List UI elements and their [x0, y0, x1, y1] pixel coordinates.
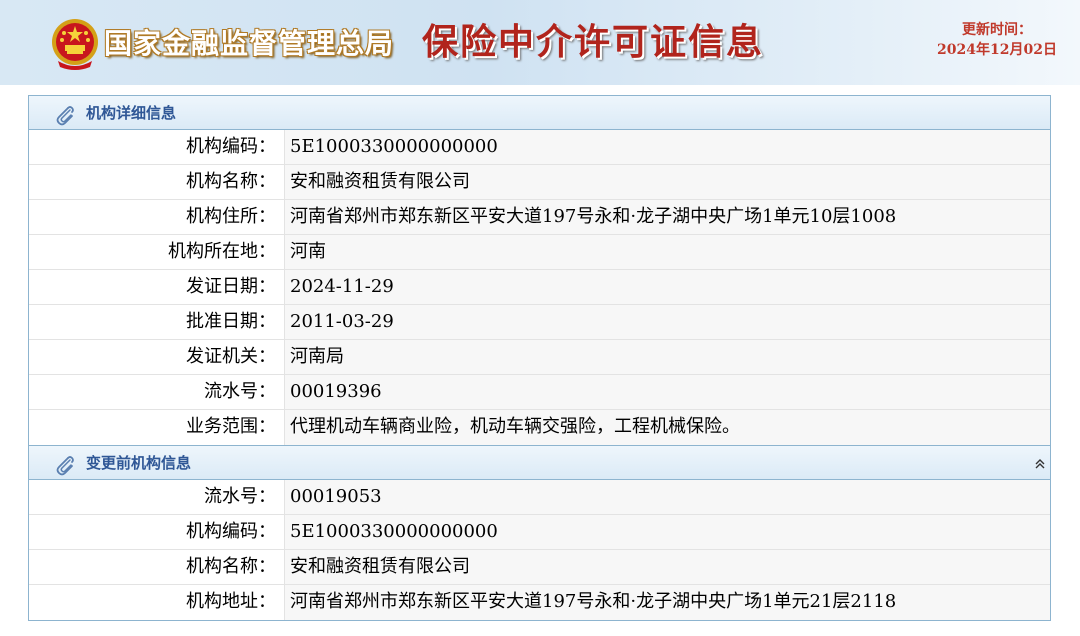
- section-previous-institution: 变更前机构信息 流水号： 00019053 机构编码： 5E100033000000…: [28, 445, 1051, 621]
- info-row: 机构名称： 安和融资租赁有限公司: [29, 550, 1050, 585]
- page-header: 国家金融监督管理总局 保险中介许可证信息 更新时间： 2024年12月02日: [0, 0, 1080, 85]
- field-label: 发证日期：: [29, 270, 285, 304]
- field-value: 5E1000330000000000: [285, 515, 1050, 549]
- section-title: 机构详细信息: [86, 104, 177, 122]
- field-value: 河南省郑州市郑东新区平安大道197号永和·龙子湖中央广场1单元21层2118: [285, 585, 1050, 620]
- field-value: 安和融资租赁有限公司: [285, 165, 1050, 199]
- info-row: 发证机关： 河南局: [29, 340, 1050, 375]
- info-row: 业务范围： 代理机动车辆商业险，机动车辆交强险，工程机械保险。: [29, 410, 1050, 445]
- field-label: 流水号：: [29, 480, 285, 514]
- field-value: 安和融资租赁有限公司: [285, 550, 1050, 584]
- field-label: 发证机关：: [29, 340, 285, 374]
- info-row: 流水号： 00019396: [29, 375, 1050, 410]
- info-row: 机构所在地： 河南: [29, 235, 1050, 270]
- section-header: 变更前机构信息: [29, 445, 1050, 480]
- field-label: 机构住所：: [29, 200, 285, 234]
- field-label: 机构名称：: [29, 165, 285, 199]
- paperclip-icon: [56, 456, 74, 476]
- update-label: 更新时间：: [962, 22, 1032, 38]
- info-row: 批准日期： 2011-03-29: [29, 305, 1050, 340]
- field-value: 5E1000330000000000: [285, 130, 1050, 164]
- field-label: 机构名称：: [29, 550, 285, 584]
- field-value: 河南省郑州市郑东新区平安大道197号永和·龙子湖中央广场1单元10层1008: [285, 200, 1050, 234]
- info-row: 机构名称： 安和融资租赁有限公司: [29, 165, 1050, 200]
- field-label: 业务范围：: [29, 410, 285, 445]
- field-value: 2024-11-29: [285, 270, 1050, 304]
- agency-name: 国家金融监督管理总局: [104, 27, 395, 60]
- update-time: 更新时间： 2024年12月02日: [930, 20, 1064, 60]
- field-value: 00019396: [285, 375, 1050, 409]
- field-label: 机构所在地：: [29, 235, 285, 269]
- info-row: 机构住所： 河南省郑州市郑东新区平安大道197号永和·龙子湖中央广场1单元10层1…: [29, 200, 1050, 235]
- info-row: 机构编码： 5E1000330000000000: [29, 515, 1050, 550]
- site-title: 保险中介许可证信息: [422, 22, 765, 63]
- section-header: 机构详细信息: [29, 95, 1050, 130]
- info-row: 流水号： 00019053: [29, 480, 1050, 515]
- field-label: 机构地址：: [29, 585, 285, 620]
- field-label: 批准日期：: [29, 305, 285, 339]
- section-title: 变更前机构信息: [86, 454, 192, 472]
- national-emblem-icon: [52, 19, 98, 70]
- field-value: 2011-03-29: [285, 305, 1050, 339]
- info-row: 机构编码： 5E1000330000000000: [29, 130, 1050, 165]
- field-label: 流水号：: [29, 375, 285, 409]
- field-value: 00019053: [285, 480, 1050, 514]
- field-label: 机构编码：: [29, 130, 285, 164]
- section-institution-details: 机构详细信息 机构编码： 5E1000330000000000 机构名称： 安和融资…: [28, 95, 1051, 446]
- info-row: 机构地址： 河南省郑州市郑东新区平安大道197号永和·龙子湖中央广场1单元21层2…: [29, 585, 1050, 620]
- field-value: 河南: [285, 235, 1050, 269]
- field-value: 河南局: [285, 340, 1050, 374]
- field-label: 机构编码：: [29, 515, 285, 549]
- paperclip-icon: [56, 106, 74, 126]
- info-row: 发证日期： 2024-11-29: [29, 270, 1050, 305]
- field-value: 代理机动车辆商业险，机动车辆交强险，工程机械保险。: [285, 410, 1050, 445]
- double-chevron-up-icon[interactable]: [1034, 458, 1046, 470]
- update-date: 2024年12月02日: [937, 42, 1057, 58]
